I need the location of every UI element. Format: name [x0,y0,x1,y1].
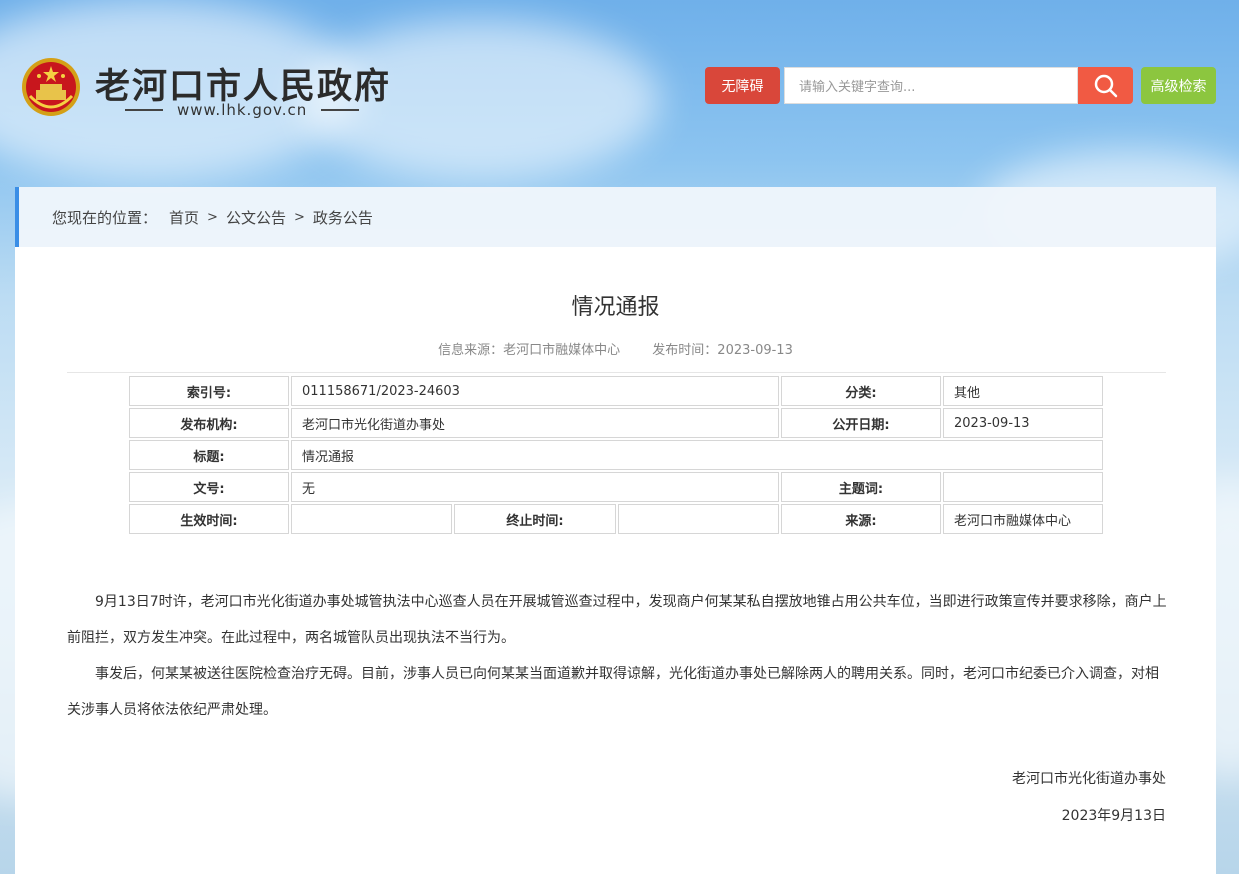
signature-date: 2023年9月13日 [1061,808,1166,824]
breadcrumb-home[interactable]: 首页 [169,207,199,228]
category-label: 分类: [781,376,941,406]
meta-divider [67,372,1166,373]
article-panel: 情况通报 信息来源：老河口市融媒体中心 发布时间：2023-09-13 索引号:… [15,247,1216,874]
url-left-rule [125,109,163,111]
site-url-row: www.lhk.gov.cn [125,101,360,119]
site-url: www.lhk.gov.cn [177,101,308,119]
table-row: 文号: 无 主题词: [129,472,1103,502]
origin-value: 老河口市融媒体中心 [943,504,1103,534]
article-body: 9月13日7时许，老河口市光化街道办事处城管执法中心巡查人员在开展城管巡查过程中… [67,584,1167,728]
article-paragraph: 事发后，何某某被送往医院检查治疗无碍。目前，涉事人员已向何某某当面道歉并取得谅解… [67,666,1159,718]
document-info-table: 索引号: 011158671/2023-24603 分类: 其他 发布机构: 老… [127,374,1105,536]
breadcrumb-documents[interactable]: 公文公告 [226,207,286,228]
article-meta: 信息来源：老河口市融媒体中心 发布时间：2023-09-13 [15,339,1216,358]
doc-no-value: 无 [291,472,779,502]
url-right-rule [321,109,360,111]
search-placeholder: 请输入关键字查询... [799,80,916,95]
category-value: 其他 [943,376,1103,406]
title-value: 情况通报 [291,440,1103,470]
article-paragraph: 9月13日7时许，老河口市光化街道办事处城管执法中心巡查人员在开展城管巡查过程中… [67,594,1167,646]
keywords-value [943,472,1103,502]
search-input[interactable]: 请输入关键字查询... [784,67,1078,104]
doc-no-label: 文号: [129,472,289,502]
expire-value [617,504,779,534]
origin-label: 来源: [781,504,941,534]
breadcrumb-label: 您现在的位置： [52,208,158,227]
search-button[interactable] [1078,67,1133,104]
breadcrumb-government-notices[interactable]: 政务公告 [313,207,373,228]
table-row: 标题: 情况通报 [129,440,1103,470]
advanced-search-button[interactable]: 高级检索 [1141,67,1216,104]
index-value: 011158671/2023-24603 [291,376,779,406]
breadcrumb-separator: > [293,209,305,225]
national-emblem-icon[interactable] [20,56,82,118]
keywords-label: 主题词: [781,472,941,502]
expire-label: 终止时间: [454,504,616,534]
title-label: 标题: [129,440,289,470]
publisher-value: 老河口市光化街道办事处 [291,408,779,438]
table-row: 生效时间: 终止时间: 来源: 老河口市融媒体中心 [129,504,1103,534]
article-source: 信息来源：老河口市融媒体中心 [438,343,621,358]
open-date-label: 公开日期: [781,408,941,438]
breadcrumb-separator: > [207,209,218,225]
table-row: 索引号: 011158671/2023-24603 分类: 其他 [129,376,1103,406]
breadcrumb: 您现在的位置： 首页 > 公文公告 > 政务公告 [15,187,1216,247]
article-publish-time: 发布时间：2023-09-13 [652,343,793,358]
signature-org: 老河口市光化街道办事处 [1012,771,1166,787]
table-row: 发布机构: 老河口市光化街道办事处 公开日期: 2023-09-13 [129,408,1103,438]
accessibility-button[interactable]: 无障碍 [705,67,780,104]
effective-label: 生效时间: [129,504,289,534]
publisher-label: 发布机构: [129,408,289,438]
site-header: 老河口市人民政府 www.lhk.gov.cn 无障碍 请输入关键字查询... … [0,0,1239,185]
index-label: 索引号: [129,376,289,406]
search-icon [1094,74,1117,97]
effective-value [291,504,453,534]
open-date-value: 2023-09-13 [943,408,1103,438]
article-title: 情况通报 [571,295,660,320]
